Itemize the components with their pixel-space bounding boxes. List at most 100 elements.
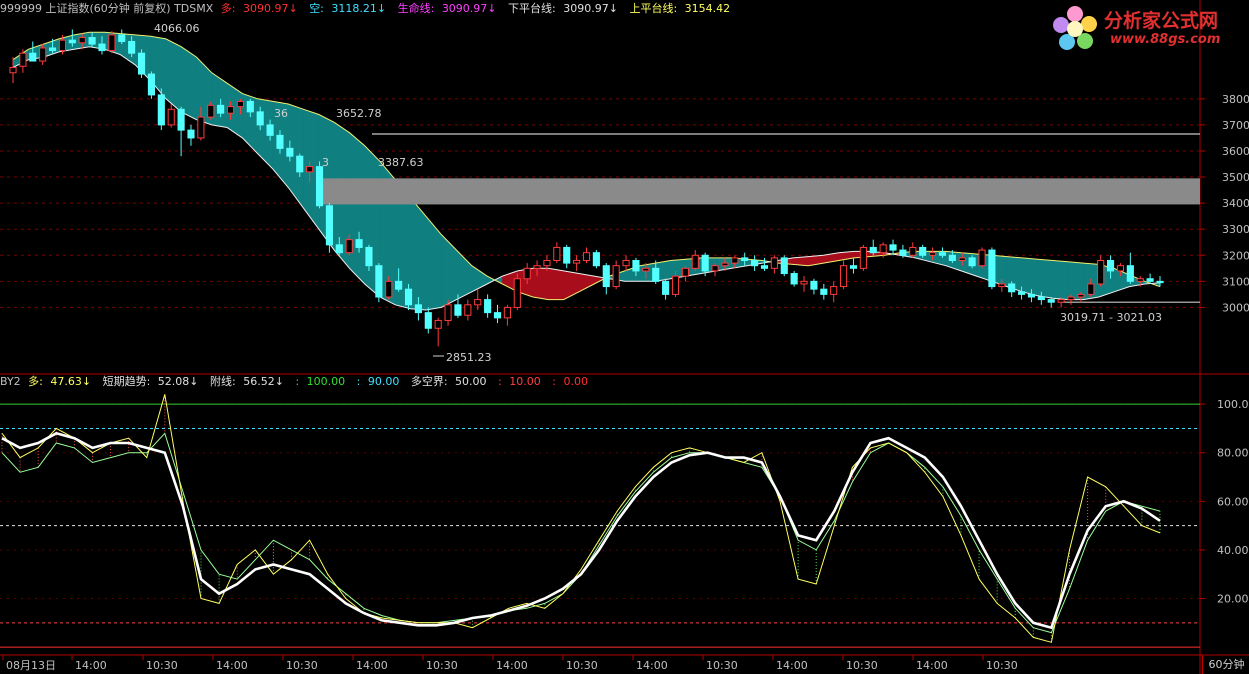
label: 上平台线: [629,2,681,15]
candle-body-up [474,299,482,306]
candle-body-up [879,244,887,254]
candle-body-up [207,104,215,118]
indicator-header: BY2 多: 47.63↓ 短期趋势: 52.08↓ 附线: 56.52↓ : … [0,374,596,390]
price-header-item-1: 空: 3118.21↓ [309,2,390,15]
candle-body-down [68,39,76,44]
candle-body-down [177,108,185,131]
candle-body-up [236,100,244,108]
label: 多: [28,375,47,388]
price-tick-label: 3300 [1222,223,1249,236]
oscillator-tick-label: 60.00 [1217,495,1249,508]
candle-body-up [909,246,917,256]
candle-body-down [1037,296,1045,301]
price-tick-label: 3500 [1222,171,1249,184]
time-tick-label: 10:30 [986,659,1018,672]
price-header-item-3: 下平台线: 3090.97↓ [508,2,622,15]
value: 3154.42 [684,2,731,15]
candle-body-down [98,43,106,52]
candle-body-up [622,259,630,267]
candle-body-down [820,288,828,295]
flower-logo-icon [1052,6,1098,52]
candle-body-down [365,246,373,267]
candle-body-down [246,100,254,113]
annotation-mid2: 3387.63 [378,156,424,169]
label: : [295,375,303,388]
annotation-mid1: 3652.78 [336,107,382,120]
candle-body-down [315,166,324,207]
band-bull-segment [532,268,549,300]
value: 50.00 [455,375,487,388]
price-tick-label: 3000 [1222,301,1249,314]
oscillator-tick-label: 100.00 [1217,398,1249,411]
annotation-frag2: 3 [322,156,329,169]
candle-body-up [226,106,235,114]
indicator-header-item-6: : 10.00 [498,375,545,388]
price-header-symbol: 999999 上证指数(60分钟 前复权) TDSMX [0,2,214,15]
candle-body-up [78,37,86,44]
candle-body-up [582,252,591,261]
candle-body-up [58,39,67,52]
candle-body-up [553,246,561,261]
candle-body-up [1097,259,1105,285]
candle-body-up [9,67,17,74]
price-tick-label: 3400 [1222,197,1249,210]
candle-body-down [1018,291,1026,295]
candle-body-down [662,280,670,295]
candle-body-down [375,265,383,298]
time-tick-label: 14:00 [496,659,528,672]
candle-body-down [29,52,37,62]
candle-body-down [948,254,956,261]
candle-body-down [701,254,709,272]
label: 多空界: [410,375,452,388]
candle-body-down [266,124,274,136]
candle-body-down [1146,278,1154,282]
value: 3090.97↓ [242,2,298,15]
annotation-frag1: 36 [274,107,288,120]
annotation-high: 4066.06 [154,22,200,35]
time-tick-label: 14:00 [216,659,248,672]
candle-body-down [899,249,907,256]
candle-body-up [444,304,452,321]
candle-body-down [256,111,264,126]
band-layer [12,31,1161,311]
band-bear-segment [1022,257,1038,297]
candle-body-down [1156,280,1164,284]
candle-body-down [147,73,155,96]
candle-body-up [770,257,778,269]
indicator-header-item-5: 多空界: 50.00 [411,375,491,388]
price-tick-label: 3600 [1222,145,1249,158]
indicator-header-item-4: : 90.00 [357,375,404,388]
value: 3090.97↓ [441,2,497,15]
time-tick-label: 14:00 [356,659,388,672]
candle-body-down [454,304,462,316]
candle-body-up [1057,299,1065,303]
value: 3118.21↓ [331,2,387,15]
oscillator-tick-label: 20.00 [1217,593,1249,606]
indicator-header-item-2: 附线: 56.52↓ [210,375,288,388]
period-tab[interactable]: 60分钟 [1202,655,1249,674]
candle-body-down [187,129,195,139]
value: 56.52↓ [243,375,284,388]
platform-box [322,178,1200,205]
band-bear-segment [1037,258,1054,299]
candle-body-down [652,267,660,282]
time-tick-label: 14:00 [636,659,668,672]
time-tick-label: 14:00 [75,659,107,672]
candle-body-up [1136,278,1144,282]
candle-body-up [533,265,541,269]
candle-body-up [859,246,867,269]
indicator-header-symbol: BY2 [0,375,21,388]
candle-body-up [513,278,521,308]
candle-body-up [108,34,116,52]
label: 短期趋势: [102,375,154,388]
candle-body-up [840,265,848,288]
candle-body-down [889,244,897,251]
price-header-item-2: 生命线: 3090.97↓ [398,2,501,15]
label: 生命线: [397,2,438,15]
price-tick-label: 3200 [1222,249,1249,262]
candle-body-down [325,205,333,246]
oscillator-tick-label: 80.00 [1217,447,1249,460]
series-line-duo [1,394,1161,643]
candle-body-down [424,312,432,329]
time-tick-label: 14:00 [776,659,808,672]
